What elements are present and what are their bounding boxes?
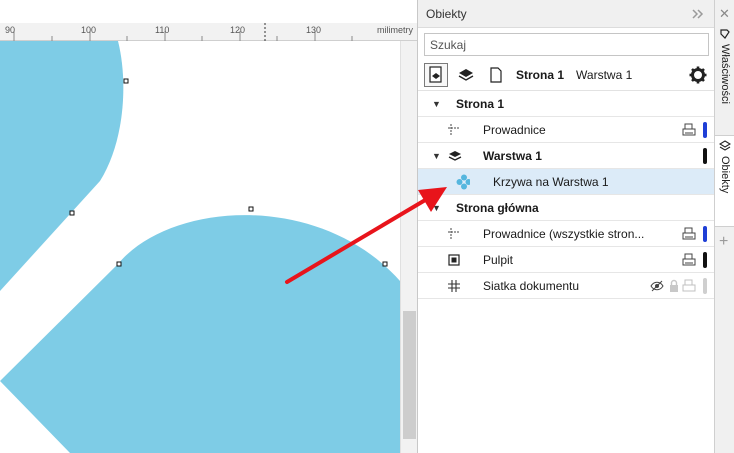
printer-icon[interactable]: [682, 123, 696, 137]
layers-icon: [458, 68, 474, 81]
panel-title: Obiekty: [426, 6, 467, 21]
tree-row-label: Prowadnice: [483, 122, 546, 137]
tree-row-guides-all-pages[interactable]: Prowadnice (wszystkie stron...: [418, 221, 714, 247]
collapse-panel-button[interactable]: [690, 6, 706, 22]
tree-row-label: Krzywa na Warstwa 1: [493, 174, 609, 189]
lower-curve-shape[interactable]: [0, 215, 400, 453]
tree-row-desktop[interactable]: Pulpit: [418, 247, 714, 273]
tree-row-label: Warstwa 1: [483, 148, 542, 163]
layer-icon: [448, 149, 462, 163]
tree-row-page-1[interactable]: ▼ Strona 1: [418, 91, 714, 117]
tree-row-curve[interactable]: Krzywa na Warstwa 1: [418, 169, 714, 195]
scrollbar-thumb[interactable]: [403, 311, 416, 439]
grid-icon: [447, 279, 461, 293]
ruler-label-90: 90: [5, 25, 16, 35]
expand-caret[interactable]: ▼: [432, 151, 441, 161]
current-layer-label: Warstwa 1: [576, 67, 633, 82]
color-indicator: [703, 226, 707, 242]
tree-row-label: Strona 1: [456, 96, 505, 111]
options-button[interactable]: [688, 65, 708, 85]
app-window: 90 100 110 120 130 milimetry Obiekty Szu…: [0, 0, 734, 453]
expand-caret[interactable]: ▼: [432, 99, 441, 109]
tree-row-guides[interactable]: Prowadnice: [418, 117, 714, 143]
tree-row-layer-1[interactable]: ▼ Warstwa 1: [418, 143, 714, 169]
guides-icon: [447, 227, 461, 241]
tab-properties[interactable]: Właściwości: [715, 26, 734, 104]
color-indicator: [703, 148, 707, 164]
search-input[interactable]: [424, 33, 709, 56]
docker-side-tabs: ✕ Właściwości Obiekty +: [714, 0, 734, 453]
objects-toolbar: Strona 1 Warstwa 1: [418, 59, 714, 91]
tree-row-master-page[interactable]: ▼ Strona główna: [418, 195, 714, 221]
ruler-ticks: [13, 23, 353, 41]
desktop-icon: [447, 253, 461, 267]
curve-icon: [456, 174, 470, 189]
current-page-label: Strona 1: [516, 67, 565, 82]
eye-icon[interactable]: [650, 279, 664, 293]
color-indicator: [703, 278, 707, 294]
add-docker-button[interactable]: +: [719, 233, 728, 251]
guides-icon: [447, 123, 461, 137]
ruler-label-130: 130: [306, 25, 322, 35]
layers-icon: [719, 140, 731, 151]
tree-row-label: Pulpit: [483, 252, 514, 267]
ruler-label-110: 110: [155, 25, 170, 35]
canvas-top-strip: [0, 0, 417, 23]
show-object-properties-button[interactable]: [424, 62, 448, 87]
printer-icon[interactable]: [682, 253, 696, 267]
printer-icon[interactable]: [682, 279, 696, 293]
color-indicator: [703, 122, 707, 138]
tree-row-label: Siatka dokumentu: [483, 278, 580, 293]
properties-icon: [720, 29, 730, 39]
objects-panel: Obiekty Szukaj Strona 1 Warstwa 1 ▼ Stro…: [417, 0, 714, 453]
page-layers-icon: [429, 65, 442, 83]
gear-icon: [689, 66, 707, 83]
tab-objects-label: Obiekty: [719, 156, 731, 194]
tree-row-document-grid[interactable]: Siatka dokumentu: [418, 273, 714, 299]
ruler-label-120: 120: [230, 25, 246, 35]
horizontal-ruler[interactable]: 90 100 110 120 130 milimetry: [0, 23, 417, 41]
double-chevron-right-icon: [692, 8, 704, 19]
color-indicator: [703, 252, 707, 268]
search-wrap: [418, 28, 714, 59]
page-icon: [490, 66, 502, 83]
drawing-canvas[interactable]: 90 100 110 120 130 milimetry: [0, 0, 417, 453]
upper-curve-shape[interactable]: [0, 41, 124, 291]
ruler-unit: milimetry: [377, 25, 413, 35]
layers-view-button[interactable]: [454, 63, 478, 87]
tree-row-label: Strona główna: [456, 200, 539, 215]
panel-header: Obiekty: [418, 0, 714, 28]
tab-properties-label: Właściwości: [719, 44, 731, 104]
tab-objects[interactable]: Obiekty: [715, 135, 734, 227]
ruler-label-100: 100: [81, 25, 97, 35]
expand-caret[interactable]: ▼: [432, 203, 441, 213]
vertical-scrollbar[interactable]: [400, 41, 417, 453]
close-icon[interactable]: ✕: [719, 6, 730, 22]
tree-row-label: Prowadnice (wszystkie stron...: [483, 226, 645, 241]
page-view-button[interactable]: [484, 63, 508, 87]
lock-icon[interactable]: [667, 279, 681, 293]
drawing-shapes: [0, 41, 400, 453]
printer-icon[interactable]: [682, 227, 696, 241]
